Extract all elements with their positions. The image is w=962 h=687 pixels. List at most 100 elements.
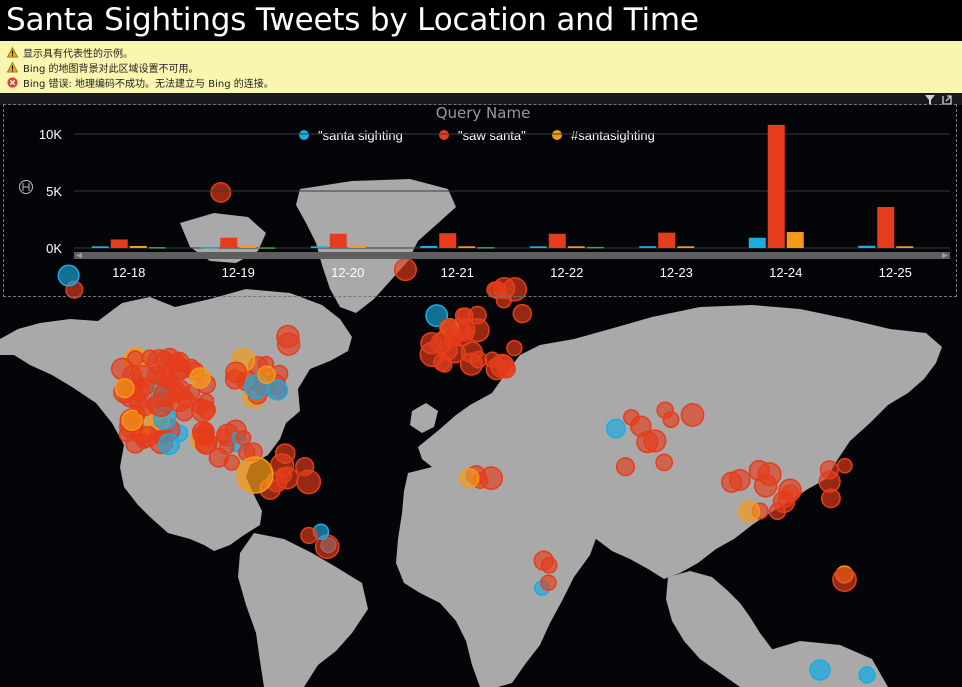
tweet-bubble[interactable] (257, 365, 276, 385)
tweet-bubble[interactable] (506, 339, 523, 357)
legend-label: "saw santa" (458, 128, 526, 143)
tweet-bubble[interactable] (158, 433, 181, 456)
tweet-bubble[interactable] (459, 468, 480, 489)
legend-item[interactable]: #santasighting (552, 128, 655, 143)
y-axis-ticks: 0K 5K 10K (39, 127, 62, 256)
tweet-bubble[interactable] (738, 500, 761, 523)
bar[interactable] (420, 245, 438, 248)
tweet-bubble[interactable] (605, 418, 626, 439)
legend-label: "santa sighting (318, 128, 403, 143)
tweet-bubble[interactable] (218, 439, 235, 455)
tweet-bubble[interactable] (127, 350, 144, 367)
tweet-bubble[interactable] (858, 666, 876, 684)
bar[interactable] (748, 237, 766, 248)
bar[interactable] (201, 246, 219, 249)
bar[interactable] (677, 246, 695, 248)
tweet-bubble[interactable] (778, 478, 802, 503)
tweet-bubble[interactable] (189, 367, 211, 389)
x-tick-label: 12-18 (112, 265, 145, 280)
tweet-bubble[interactable] (194, 431, 218, 455)
bar[interactable] (858, 245, 876, 248)
tweet-bubble[interactable] (757, 462, 782, 487)
tweet-bubble[interactable] (225, 361, 247, 384)
tweet-bubble[interactable] (274, 443, 296, 464)
bar[interactable] (896, 246, 914, 248)
bar[interactable] (129, 245, 147, 248)
legend-item[interactable]: "saw santa" (439, 128, 526, 143)
tweet-bubble[interactable] (275, 466, 293, 484)
chart-bars (91, 124, 914, 249)
y-tick-label: 0K (46, 241, 62, 256)
x-tick-label: 12-21 (441, 265, 474, 280)
tweet-bubble[interactable] (419, 341, 445, 368)
axis-toggle-icon[interactable] (19, 180, 33, 194)
legend-title: Query Name (436, 105, 531, 122)
error-icon (7, 77, 18, 88)
tweet-bubble[interactable] (615, 457, 636, 477)
tweet-bubble[interactable] (276, 332, 301, 356)
tweet-bubble[interactable] (136, 399, 154, 417)
tweet-bubble[interactable] (141, 349, 158, 366)
bar[interactable] (586, 246, 604, 249)
bar[interactable] (548, 233, 566, 248)
bar[interactable] (658, 232, 676, 248)
bar[interactable] (329, 233, 347, 248)
x-tick-label: 12-19 (222, 265, 255, 280)
bar[interactable] (786, 232, 804, 248)
bar[interactable] (310, 246, 328, 248)
tweet-bubble[interactable] (460, 341, 483, 364)
bar[interactable] (567, 246, 585, 248)
tweet-bubble[interactable] (158, 370, 178, 390)
legend-marker (552, 130, 562, 140)
chart-scrollbar[interactable] (74, 252, 950, 259)
tweet-bubble[interactable] (809, 659, 831, 681)
tweet-bubble[interactable] (512, 303, 533, 324)
page-title: Santa Sightings Tweets by Location and T… (0, 0, 962, 41)
tweet-bubble[interactable] (114, 378, 135, 399)
tweet-bubble[interactable] (655, 453, 674, 472)
tweet-bubble[interactable] (836, 457, 853, 474)
bar[interactable] (91, 246, 109, 248)
tweet-bubble[interactable] (540, 574, 557, 591)
x-axis-ticks: 12-18 12-19 12-20 12-21 12-22 12-23 12-24 12-25 (112, 265, 912, 280)
tweet-bubble[interactable] (533, 550, 554, 571)
bar[interactable] (877, 206, 895, 248)
tweet-bubble[interactable] (630, 415, 652, 438)
bar[interactable] (458, 246, 476, 248)
bar[interactable] (477, 247, 495, 249)
legend-item[interactable]: "santa sighting (299, 128, 403, 143)
tweet-bubble[interactable] (832, 567, 857, 592)
bar-chart-visual[interactable]: Query Name "santa sighting "saw santa" #sa… (3, 104, 957, 297)
tweet-bubble[interactable] (295, 456, 315, 477)
bar[interactable] (258, 247, 276, 249)
tweet-bubble[interactable] (485, 357, 509, 381)
bar[interactable] (220, 237, 238, 248)
tweet-bubble[interactable] (680, 403, 705, 427)
tweet-bubble[interactable] (136, 425, 159, 448)
tweet-bubble[interactable] (728, 468, 751, 491)
tweets-bar-chart: Query Name "santa sighting "saw santa" #sa… (19, 105, 950, 280)
bar[interactable] (239, 245, 257, 248)
bar[interactable] (767, 124, 785, 248)
bar[interactable] (348, 245, 366, 248)
x-tick-label: 12-24 (769, 265, 802, 280)
error-row: Bing 错误: 地理编码不成功。无法建立与 Bing 的连接。 (0, 75, 962, 90)
chart-legend: "santa sighting "saw santa" #santasighting (299, 128, 655, 143)
tweet-bubble[interactable] (197, 400, 216, 420)
warning-text: 显示具有代表性的示例。 (23, 49, 133, 60)
bar[interactable] (148, 247, 166, 249)
tweet-bubble[interactable] (468, 305, 487, 325)
bar[interactable] (439, 233, 457, 248)
tweet-bubble[interactable] (235, 429, 252, 446)
tweet-bubble[interactable] (439, 318, 457, 337)
tweet-bubble[interactable] (300, 526, 318, 545)
bar[interactable] (639, 246, 657, 248)
tweet-bubble[interactable] (656, 401, 674, 419)
bar[interactable] (529, 246, 547, 248)
tweet-bubble[interactable] (819, 460, 840, 480)
tweet-bubble[interactable] (135, 377, 155, 397)
tweet-bubble[interactable] (820, 488, 841, 509)
bar[interactable] (110, 239, 128, 248)
tweet-bubble[interactable] (236, 456, 274, 494)
tweet-bubble[interactable] (148, 392, 174, 418)
